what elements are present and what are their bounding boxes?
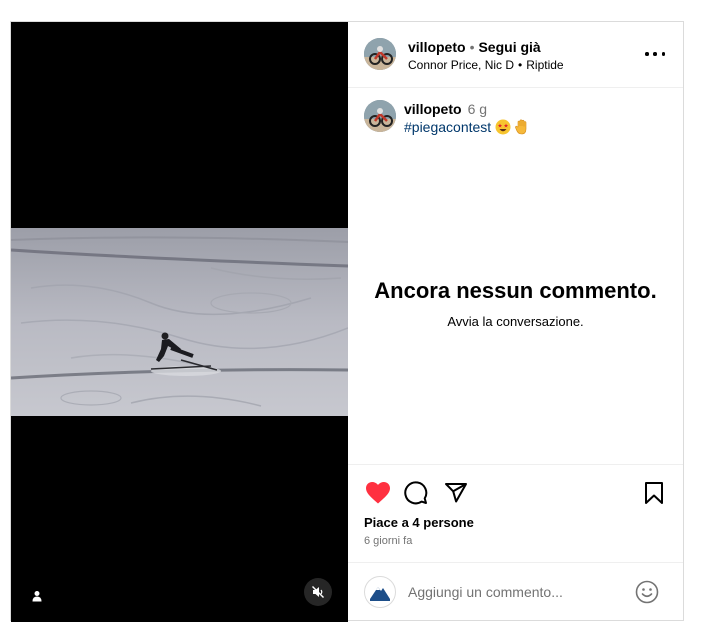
- caption-time[interactable]: 6 g: [468, 101, 487, 117]
- avatar[interactable]: [364, 38, 396, 70]
- empty-comments: Ancora nessun commento. Avvia la convers…: [348, 278, 683, 329]
- skier-video-frame: [11, 228, 348, 416]
- separator-dot: •: [469, 39, 475, 55]
- raised-hand-emoji-icon: [515, 119, 527, 135]
- empty-comments-subtitle: Avvia la conversazione.: [447, 314, 584, 329]
- smiley-icon[interactable]: [635, 580, 659, 604]
- caption-header: villopeto 6 g: [404, 101, 487, 117]
- audio-artists[interactable]: Connor Price, Nic D: [408, 58, 514, 72]
- user-logo-icon[interactable]: [364, 576, 396, 608]
- action-icons: [364, 479, 668, 507]
- person-icon[interactable]: [27, 586, 47, 606]
- comment-composer: [348, 562, 683, 620]
- empty-comments-title: Ancora nessun commento.: [374, 278, 657, 303]
- avatar[interactable]: [364, 100, 396, 132]
- caption-username-link[interactable]: villopeto: [404, 101, 462, 117]
- video-player[interactable]: [11, 228, 348, 416]
- star-struck-emoji-icon: [495, 119, 511, 135]
- audio-separator: •: [518, 58, 523, 72]
- comment-icon[interactable]: [402, 479, 430, 507]
- hashtag-link[interactable]: #piegacontest: [404, 119, 491, 135]
- comment-input[interactable]: [408, 581, 628, 603]
- post-header: villopeto • Segui già Connor Price, Nic D •…: [348, 22, 683, 88]
- heart-filled-icon[interactable]: [364, 479, 392, 507]
- action-bar: Piace a 4 persone 6 giorni fa: [348, 464, 683, 547]
- header-user-line: villopeto • Segui già: [408, 39, 541, 55]
- audio-track[interactable]: Riptide: [526, 58, 563, 72]
- paper-plane-icon[interactable]: [442, 479, 470, 507]
- caption-text: #piegacontest: [404, 119, 530, 135]
- username-link[interactable]: villopeto: [408, 39, 466, 55]
- post-dialog: villopeto • Segui già Connor Price, Nic D •…: [10, 21, 684, 622]
- likes-count[interactable]: Piace a 4 persone: [364, 515, 474, 530]
- audio-info[interactable]: Connor Price, Nic D • Riptide: [408, 58, 564, 72]
- post-media[interactable]: [11, 22, 348, 622]
- bookmark-icon[interactable]: [640, 479, 668, 507]
- post-caption: villopeto 6 g #piegacontest: [348, 88, 683, 148]
- muted-speaker-icon[interactable]: [304, 578, 332, 606]
- post-date[interactable]: 6 giorni fa: [364, 535, 412, 547]
- post-details-panel: villopeto • Segui già Connor Price, Nic D •…: [348, 22, 683, 620]
- following-button[interactable]: Segui già: [478, 39, 540, 55]
- more-horizontal-icon[interactable]: [645, 46, 665, 62]
